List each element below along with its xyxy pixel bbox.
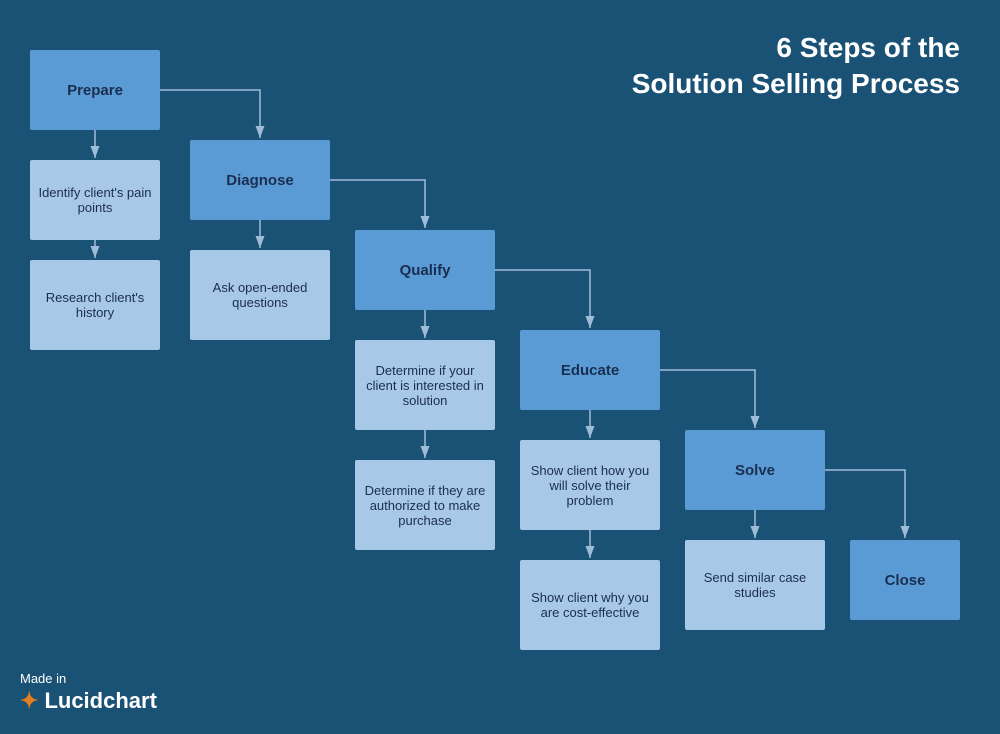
lucidchart-logo: Made in ✦ Lucidchart — [20, 671, 157, 714]
logo-brand: ✦ Lucidchart — [20, 688, 157, 714]
box-educate: Educate — [520, 330, 660, 410]
box-diagnose: Diagnose — [190, 140, 330, 220]
box-qualify: Qualify — [355, 230, 495, 310]
box-case-studies: Send similar case studies — [685, 540, 825, 630]
box-research: Research client's history — [30, 260, 160, 350]
box-cost-effective: Show client why you are cost-effective — [520, 560, 660, 650]
lucidchart-name: Lucidchart — [44, 688, 156, 714]
box-prepare: Prepare — [30, 50, 160, 130]
made-in-label: Made in — [20, 671, 157, 686]
box-open-ended: Ask open-ended questions — [190, 250, 330, 340]
box-identify: Identify client's pain points — [30, 160, 160, 240]
box-solve-problem: Show client how you will solve their pro… — [520, 440, 660, 530]
box-authorized: Determine if they are authorized to make… — [355, 460, 495, 550]
lucidchart-icon: ✦ — [20, 688, 38, 714]
page-title: 6 Steps of the Solution Selling Process — [632, 30, 960, 103]
box-interested: Determine if your client is interested i… — [355, 340, 495, 430]
box-solve: Solve — [685, 430, 825, 510]
box-close: Close — [850, 540, 960, 620]
